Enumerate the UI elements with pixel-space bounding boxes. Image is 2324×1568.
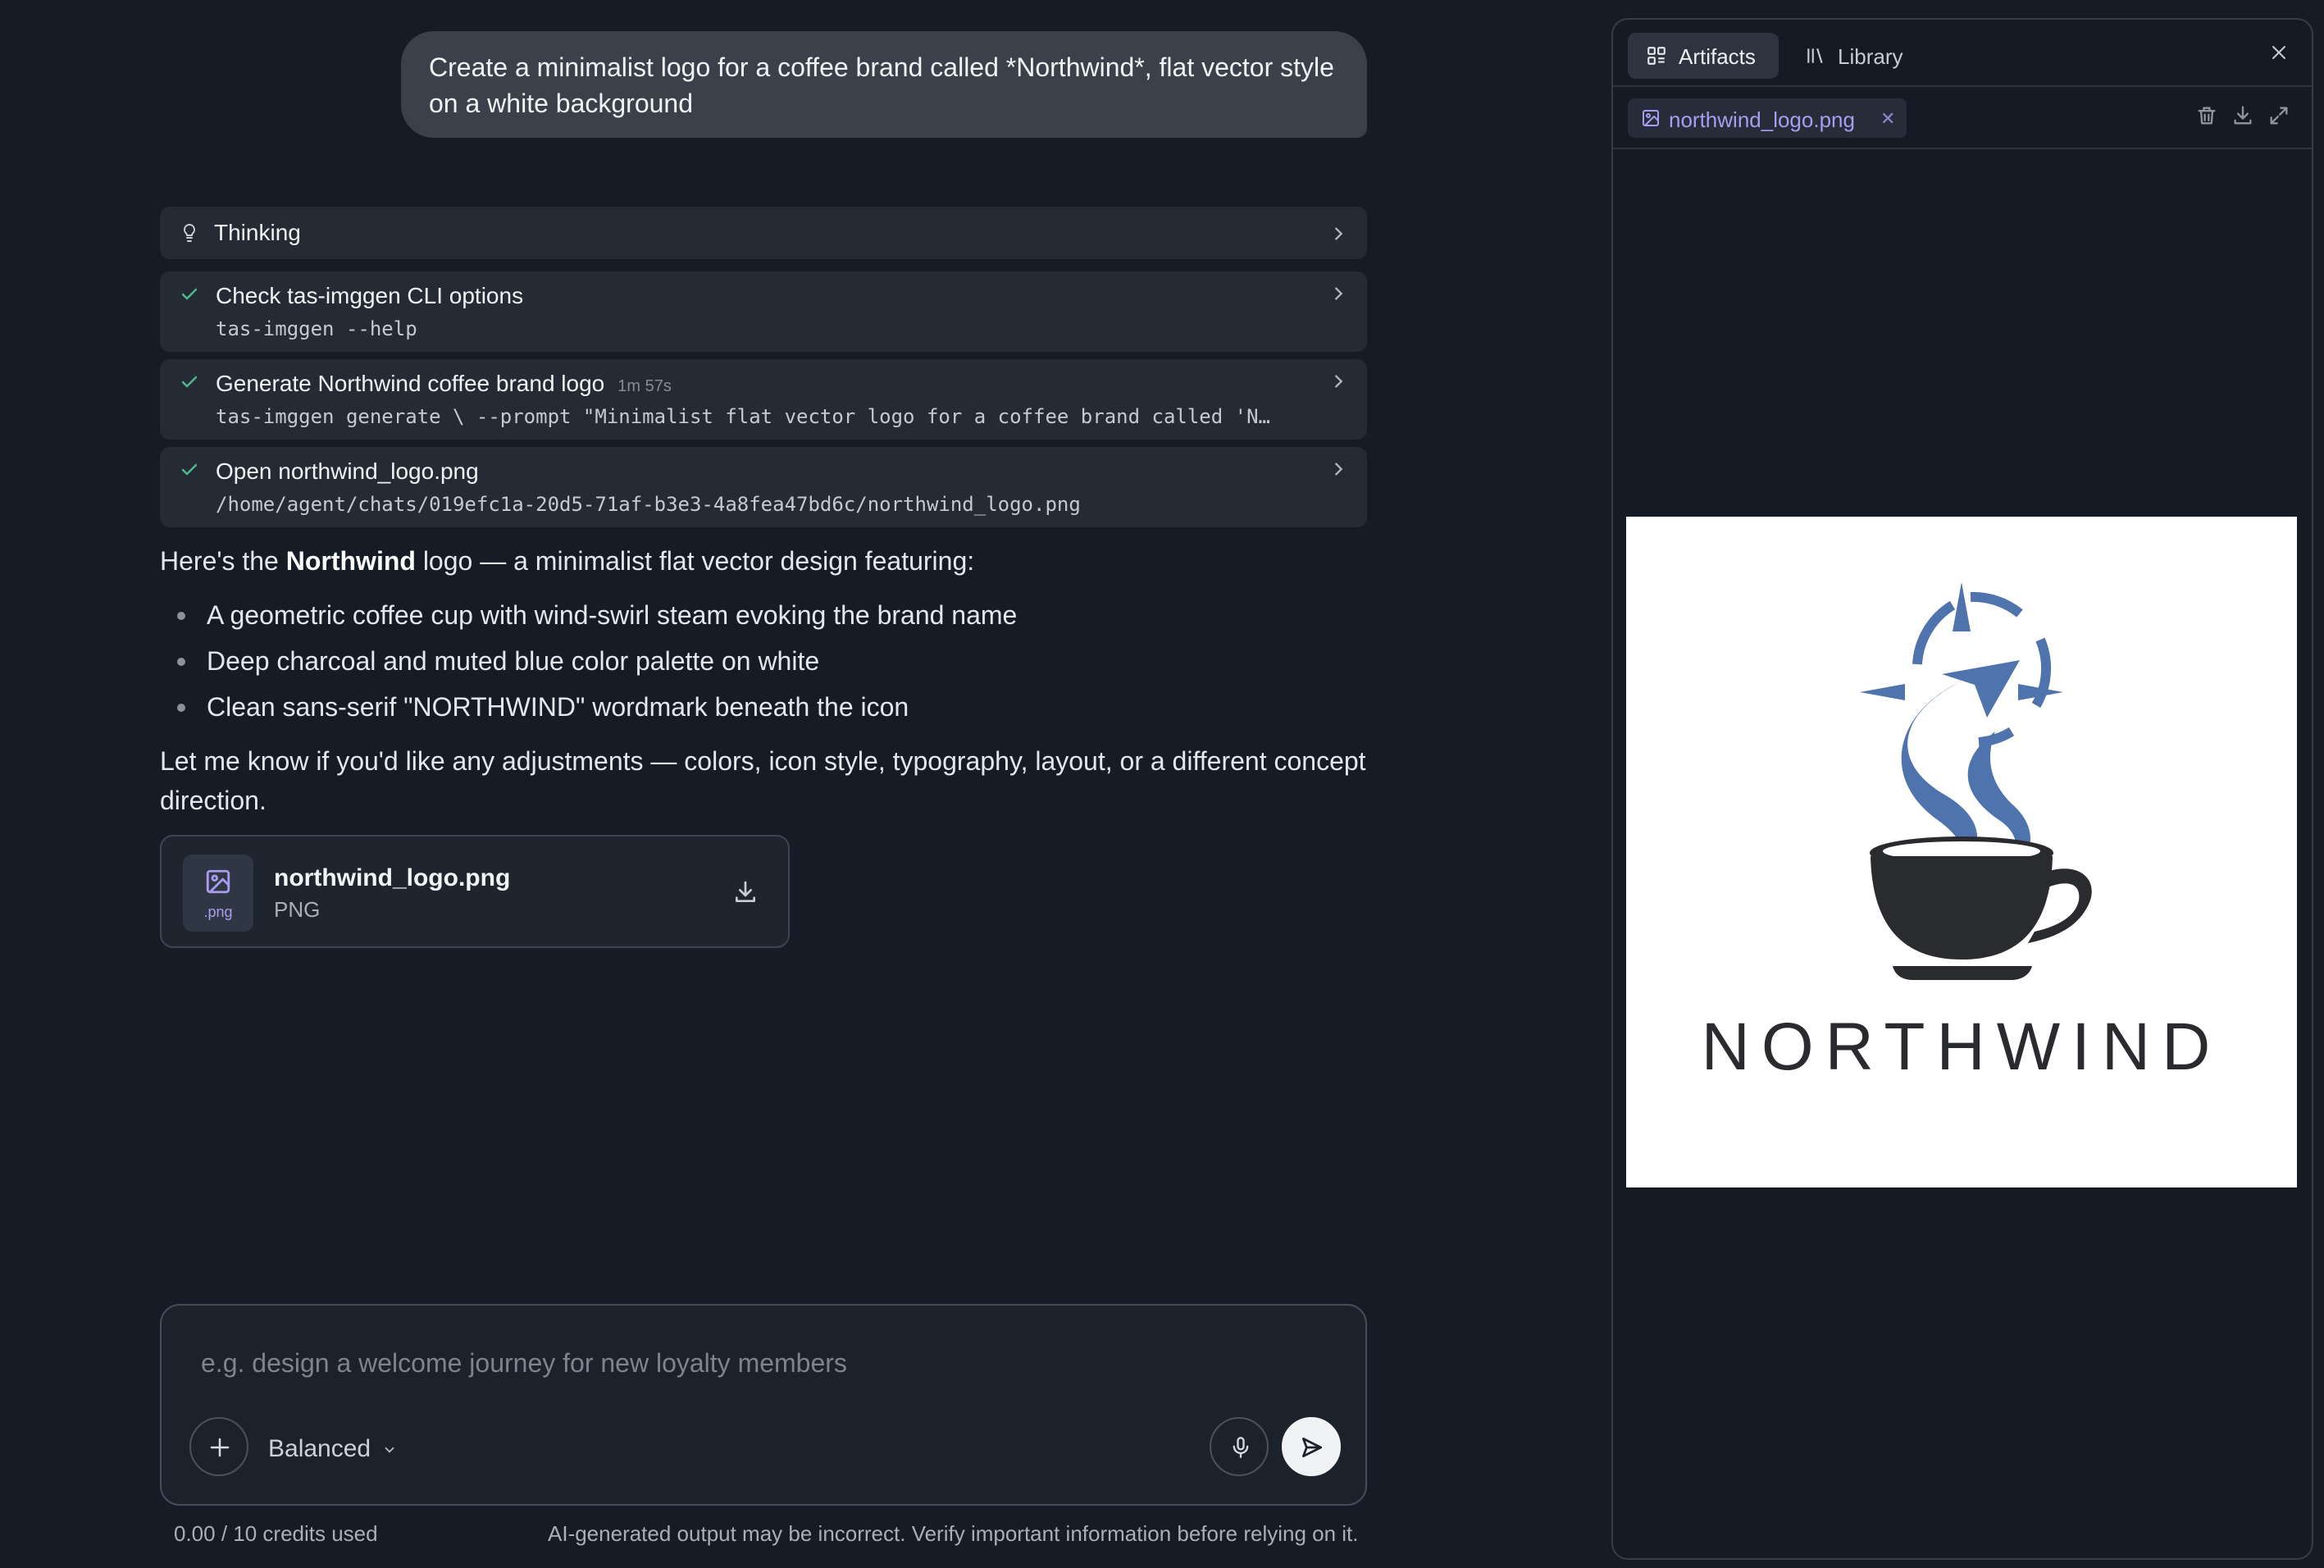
- open-file-name: northwind_logo.png: [1669, 107, 1855, 132]
- assistant-message: Here's the Northwind logo — a minimalist…: [160, 541, 1382, 820]
- tab-artifacts[interactable]: Artifacts: [1628, 33, 1779, 79]
- microphone-icon: [1233, 1437, 1249, 1458]
- tool-step[interactable]: Generate Northwind coffee brand logo 1m 5…: [160, 359, 1367, 440]
- composer-input[interactable]: e.g. design a welcome journey for new lo…: [201, 1348, 847, 1379]
- step-command: tas-imggen generate \ --prompt "Minimali…: [216, 405, 1270, 428]
- open-file-tab[interactable]: northwind_logo.png ✕: [1628, 98, 1907, 138]
- step-title: Open northwind_logo.png: [216, 458, 479, 484]
- list-item: Deep charcoal and muted blue color palet…: [177, 638, 1382, 684]
- download-icon[interactable]: [2231, 103, 2254, 128]
- thinking-row[interactable]: Thinking: [160, 207, 1367, 259]
- user-message-line: Create a minimalist logo for a coffee br…: [429, 52, 1334, 82]
- send-icon: [1302, 1438, 1322, 1457]
- tool-step[interactable]: Open northwind_logo.png /home/agent/chat…: [160, 447, 1367, 527]
- image-icon: [1643, 110, 1659, 126]
- list-item: Clean sans-serif "NORTHWIND" wordmark be…: [177, 684, 1382, 730]
- northwind-logo-mark: [1860, 582, 2092, 980]
- answer-intro-post: logo — a minimalist flat vector design f…: [415, 546, 975, 576]
- close-file-icon[interactable]: ✕: [1880, 108, 1895, 130]
- chevron-down-icon: [385, 1447, 394, 1453]
- mode-label: Balanced: [268, 1435, 371, 1462]
- list-item: A geometric coffee cup with wind-swirl s…: [177, 592, 1382, 638]
- library-icon: [1807, 48, 1823, 63]
- lightbulb-icon: [183, 223, 196, 242]
- trash-icon[interactable]: [2195, 103, 2218, 128]
- file-type: PNG: [274, 897, 321, 922]
- answer-closing: Let me know if you'd like any adjustment…: [160, 741, 1382, 820]
- divider: [1613, 148, 2312, 149]
- credits-usage: 0.00 / 10 credits used: [174, 1521, 378, 1546]
- file-name: northwind_logo.png: [274, 864, 511, 891]
- answer-intro-pre: Here's the: [160, 546, 286, 576]
- tab-label: Library: [1838, 44, 1903, 69]
- step-duration: 1m 57s: [617, 377, 672, 395]
- step-title-text: Generate Northwind coffee brand logo: [216, 371, 605, 396]
- image-icon: [206, 869, 230, 894]
- chevron-right-icon: [1335, 375, 1343, 388]
- mode-selector[interactable]: Balanced: [268, 1435, 397, 1463]
- answer-closing-line: Let me know if you'd like any adjustment…: [160, 746, 1366, 776]
- step-command: /home/agent/chats/019efc1a-20d5-71af-b3e…: [216, 493, 1081, 516]
- chat-pane: Create a minimalist logo for a coffee br…: [0, 0, 1607, 1568]
- message-composer[interactable]: e.g. design a welcome journey for new lo…: [160, 1304, 1367, 1506]
- chevron-right-icon: [1335, 463, 1343, 476]
- tab-library[interactable]: Library: [1787, 33, 1926, 79]
- plus-icon: [210, 1438, 230, 1457]
- chevron-right-icon: [1335, 287, 1343, 300]
- send-button[interactable]: [1282, 1417, 1341, 1476]
- close-icon[interactable]: [2269, 43, 2289, 62]
- logo-wordmark: NORTHWIND: [1701, 1010, 2222, 1084]
- user-message-line: on a white background: [429, 89, 693, 118]
- expand-icon[interactable]: [2267, 103, 2290, 128]
- add-attachment-button[interactable]: [189, 1417, 248, 1476]
- check-icon: [181, 288, 198, 300]
- voice-input-button[interactable]: [1210, 1417, 1269, 1476]
- step-title: Check tas-imggen CLI options: [216, 283, 524, 308]
- check-icon: [181, 376, 198, 388]
- chevron-right-icon: [1335, 227, 1343, 240]
- answer-bullet-list: A geometric coffee cup with wind-swirl s…: [160, 592, 1382, 730]
- file-thumbnail: .png: [183, 855, 253, 932]
- answer-intro: Here's the Northwind logo — a minimalist…: [160, 541, 1382, 581]
- file-extension: .png: [203, 904, 233, 920]
- ai-disclaimer: AI-generated output may be incorrect. Ve…: [548, 1521, 1359, 1546]
- divider: [1613, 85, 2312, 87]
- answer-intro-bold: Northwind: [285, 546, 416, 576]
- user-message-bubble: Create a minimalist logo for a coffee br…: [401, 31, 1367, 138]
- step-command: tas-imggen --help: [216, 317, 417, 340]
- attachment-card[interactable]: .png northwind_logo.png PNG: [160, 835, 790, 948]
- tab-label: Artifacts: [1679, 44, 1756, 69]
- artifacts-panel: Artifacts Library northwind_logo.png ✕ N…: [1611, 18, 2313, 1560]
- download-icon[interactable]: [732, 879, 759, 905]
- artifacts-icon: [1647, 47, 1666, 65]
- thinking-label: Thinking: [214, 220, 301, 245]
- answer-closing-line: direction.: [160, 786, 267, 815]
- step-title: Generate Northwind coffee brand logo 1m 5…: [216, 371, 672, 397]
- tool-step[interactable]: Check tas-imggen CLI options tas-imggen …: [160, 271, 1367, 352]
- image-preview: NORTHWIND: [1626, 517, 2297, 1187]
- check-icon: [181, 463, 198, 476]
